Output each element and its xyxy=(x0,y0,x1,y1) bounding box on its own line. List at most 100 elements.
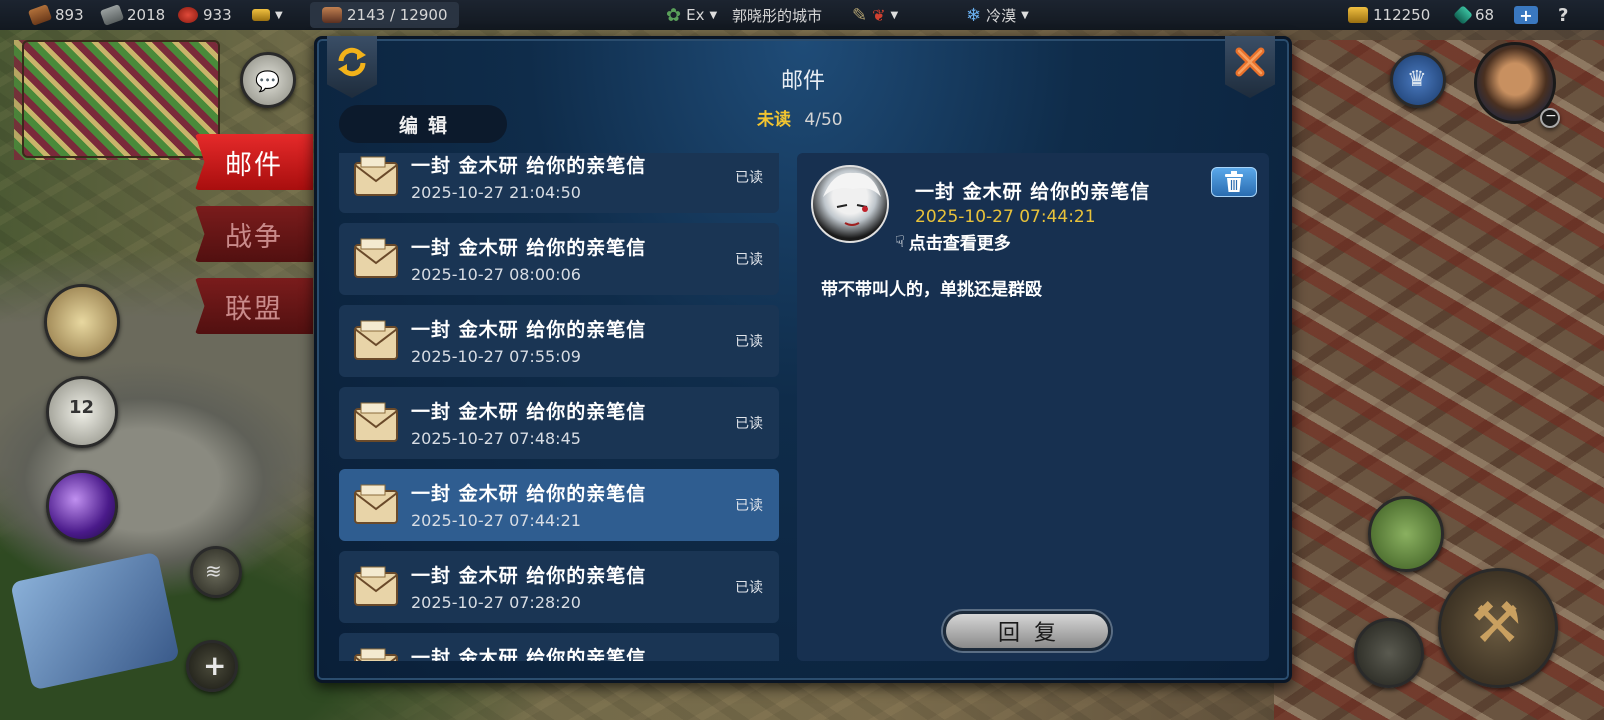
minus-icon: − xyxy=(1545,108,1557,124)
gold-icon xyxy=(1348,7,1368,23)
mail-subject: 一封 金木研 给你的亲笔信 xyxy=(411,565,647,587)
feather-icon: ✎ xyxy=(852,4,868,26)
unread-label: 未读 xyxy=(757,110,791,130)
gold-resource[interactable]: 112250 xyxy=(1348,0,1430,30)
mail-read-status: 已读 xyxy=(735,252,763,268)
mail-subject: 一封 金木研 给你的亲笔信 xyxy=(411,237,647,259)
magic-orb-button[interactable] xyxy=(46,470,118,542)
add-gems-button[interactable]: + xyxy=(1514,0,1538,30)
mail-list-item[interactable]: 一封 金木研 给你的亲笔信 2025-10-27 07:55:09 已读 xyxy=(339,305,779,377)
mail-time: 2025-10-27 21:04:50 xyxy=(411,183,581,202)
citizen-icon xyxy=(322,7,342,23)
mode-selector[interactable]: ✿ Ex ▼ xyxy=(666,0,717,30)
chevron-down-icon: ▼ xyxy=(890,9,899,21)
chevron-down-icon: ▼ xyxy=(275,9,283,21)
plus-icon: + xyxy=(203,649,227,682)
mail-subject: 一封 金木研 给你的亲笔信 xyxy=(411,647,647,661)
gold-bars-icon xyxy=(252,9,270,21)
gem-resource[interactable]: 68 xyxy=(1453,0,1495,30)
add-button[interactable]: + xyxy=(186,640,238,692)
mail-detail: 一封 金木研 给你的亲笔信 2025-10-27 07:44:21 ☟ 点击查看… xyxy=(797,153,1269,661)
stone-icon xyxy=(99,4,125,26)
envelope-icon xyxy=(354,320,398,360)
gem-icon xyxy=(1453,5,1473,25)
sender-portrait-icon xyxy=(823,172,881,226)
envelope-icon xyxy=(354,402,398,442)
mail-list[interactable]: 一封 金木研 给你的亲笔信 2025-10-27 21:04:50 已读 一封 … xyxy=(339,153,779,661)
mail-body: 带不带叫人的，单挑还是群殴 xyxy=(821,280,1042,300)
road-build-button[interactable] xyxy=(1368,496,1444,572)
resource-dropdown[interactable]: ▼ xyxy=(252,0,283,30)
stone-amount: 2018 xyxy=(127,6,166,24)
unread-counter: 未读 4/50 xyxy=(757,105,843,130)
weather-selector[interactable]: ❄ 冷漠 ▼ xyxy=(966,0,1029,30)
layers-button[interactable]: ≋ xyxy=(190,546,242,598)
gold-amount: 112250 xyxy=(1373,6,1431,24)
stone-resource[interactable]: 2018 xyxy=(99,0,166,30)
plus-icon: + xyxy=(1514,6,1538,25)
weather-label: 冷漠 xyxy=(986,6,1017,25)
mail-read-status: 已读 xyxy=(735,580,763,596)
view-more-label: 点击查看更多 xyxy=(908,234,1011,254)
food-amount: 933 xyxy=(203,6,232,24)
alliance-crest-button[interactable]: ♛ xyxy=(1390,52,1446,108)
mail-panel: 邮件 编辑 未读 4/50 一封 金木研 给你的亲笔信 2025-10-27 2… xyxy=(314,36,1292,683)
mail-list-item[interactable]: 一封 金木研 给你的亲笔信 2025-10-27 07:28:20 已读 xyxy=(339,551,779,623)
tab-war[interactable]: 战争 xyxy=(195,206,313,262)
city-name[interactable]: 郭晓彤的城市 xyxy=(732,0,822,30)
mail-list-item-selected[interactable]: 一封 金木研 给你的亲笔信 2025-10-27 07:44:21 已读 xyxy=(339,469,779,541)
city-name-label: 郭晓彤的城市 xyxy=(732,6,823,25)
minimap[interactable] xyxy=(22,40,220,158)
collapse-button[interactable]: − xyxy=(1540,108,1560,128)
mail-read-status: 已读 xyxy=(735,416,763,432)
chat-button[interactable]: 💬 xyxy=(240,52,296,108)
mail-read-status: 已读 xyxy=(735,334,763,350)
panel-title: 邮件 xyxy=(780,69,825,94)
mail-time: 2025-10-27 07:44:21 xyxy=(411,511,581,530)
layers-icon: ≋ xyxy=(205,559,222,583)
delete-button[interactable] xyxy=(1211,167,1257,197)
edit-button[interactable]: 编辑 xyxy=(339,105,507,143)
chevron-down-icon: ▼ xyxy=(709,9,718,21)
envelope-icon xyxy=(354,484,398,524)
mail-read-status: 已读 xyxy=(735,498,763,514)
gem-amount: 68 xyxy=(1475,6,1495,24)
wood-icon xyxy=(27,4,53,26)
mail-subject: 一封 金木研 给你的亲笔信 xyxy=(411,155,647,177)
chat-bubble-icon: 💬 xyxy=(255,69,280,93)
wood-amount: 893 xyxy=(55,6,84,24)
hammer-build-button[interactable]: ⚒ xyxy=(1438,568,1558,688)
mail-list-item[interactable]: 一封 金木研 给你的亲笔信 2025-10-27 07:48:45 已读 xyxy=(339,387,779,459)
help-button[interactable]: ? xyxy=(1558,0,1568,30)
close-icon xyxy=(1235,47,1265,77)
world-map-button[interactable] xyxy=(44,284,120,360)
flower-icon: ❦ xyxy=(872,5,886,25)
calendar-icon: 12 xyxy=(69,397,95,418)
tab-alliance[interactable]: 联盟 xyxy=(195,278,313,334)
food-resource[interactable]: 933 xyxy=(178,0,232,30)
shovel-button[interactable] xyxy=(1354,618,1424,688)
reply-button[interactable]: 回复 xyxy=(943,611,1111,651)
envelope-icon xyxy=(354,566,398,606)
mail-subject: 一封 金木研 给你的亲笔信 xyxy=(411,319,647,341)
tab-alliance-label: 联盟 xyxy=(225,293,283,325)
event-selector[interactable]: ✎ ❦ ▼ xyxy=(852,0,898,30)
mode-label: Ex xyxy=(686,6,705,24)
population-display[interactable]: 2143 / 12900 xyxy=(310,2,460,28)
tab-mail[interactable]: 邮件 xyxy=(195,134,313,190)
mountain-terrain xyxy=(0,360,320,600)
mail-list-item[interactable]: 一封 金木研 给你的亲笔信 2025-10-27 21:04:50 已读 xyxy=(339,153,779,213)
pointer-hand-icon: ☟ xyxy=(895,232,905,251)
sender-avatar[interactable] xyxy=(811,165,889,243)
mail-list-item[interactable]: 一封 金木研 给你的亲笔信 xyxy=(339,633,779,661)
wood-resource[interactable]: 893 xyxy=(27,0,84,30)
mail-time: 2025-10-27 08:00:06 xyxy=(411,265,581,284)
detail-time: 2025-10-27 07:44:21 xyxy=(915,207,1096,227)
mail-list-item[interactable]: 一封 金木研 给你的亲笔信 2025-10-27 08:00:06 已读 xyxy=(339,223,779,295)
calendar-button[interactable]: 12 xyxy=(46,376,118,448)
snowflake-icon: ❄ xyxy=(966,4,982,26)
view-more-link[interactable]: ☟ 点击查看更多 xyxy=(895,229,1011,254)
envelope-icon xyxy=(354,648,398,661)
mail-time: 2025-10-27 07:55:09 xyxy=(411,347,581,366)
help-icon: ? xyxy=(1558,4,1569,26)
